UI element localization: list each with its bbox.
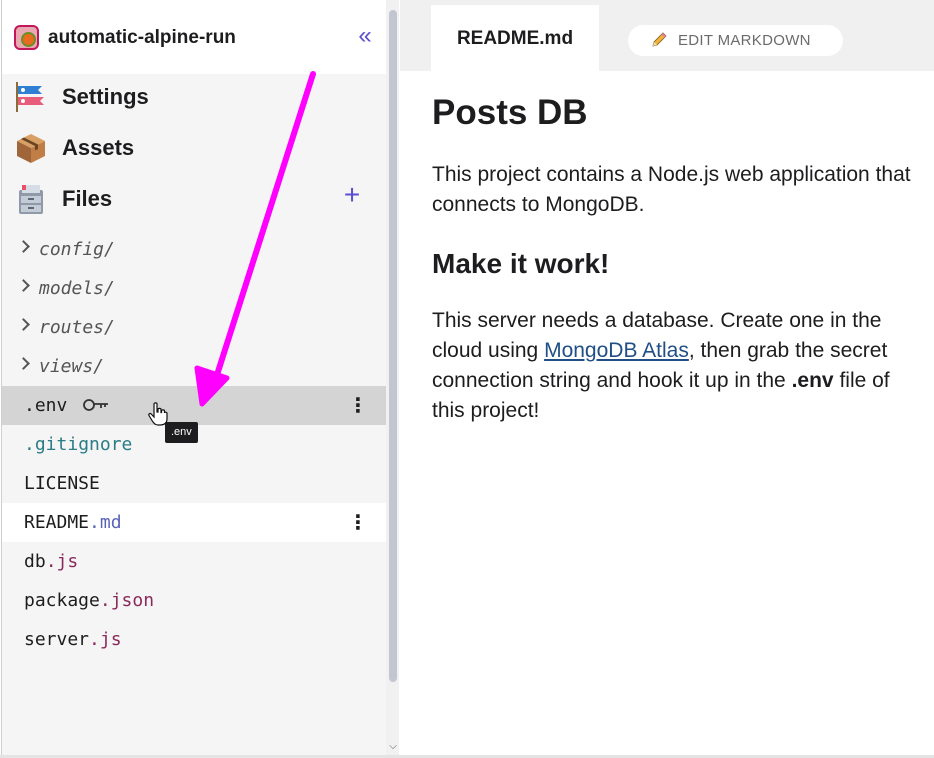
- readme-subtitle: Make it work!: [432, 248, 610, 279]
- edit-markdown-label: EDIT MARKDOWN: [678, 32, 811, 49]
- folder-item-config[interactable]: config/: [2, 230, 387, 269]
- settings-section[interactable]: Settings: [2, 72, 387, 122]
- file-item-db[interactable]: db.js: [2, 542, 387, 581]
- project-header: automatic-alpine-run «: [2, 0, 387, 74]
- file-item-readme[interactable]: README.md ⋮: [2, 503, 387, 542]
- file-cabinet-icon: [19, 185, 43, 214]
- file-tooltip: .env: [165, 422, 198, 443]
- file-base: package: [24, 590, 100, 611]
- project-avatar-icon: [14, 25, 39, 50]
- file-name: package.json: [24, 590, 154, 611]
- file-options-button[interactable]: ⋮: [348, 394, 368, 416]
- chevron-right-icon: [17, 279, 30, 292]
- folder-name: models/: [39, 278, 115, 299]
- hand-cursor-icon: [148, 402, 168, 426]
- file-name: README.md: [24, 512, 122, 533]
- scroll-down-arrow-icon[interactable]: ⌵: [387, 740, 399, 754]
- chevron-right-icon: [17, 357, 30, 370]
- folder-name: routes/: [39, 317, 115, 338]
- file-extension: .js: [89, 629, 122, 650]
- readme-title: Posts DB: [432, 93, 588, 132]
- file-extension: .json: [99, 590, 155, 611]
- file-item-server[interactable]: server.js: [2, 620, 387, 659]
- chevron-right-icon: [17, 318, 30, 331]
- folder-name: config/: [39, 239, 115, 260]
- main-pane: README.md EDIT MARKDOWN Posts DB This pr…: [400, 0, 934, 758]
- file-name: LICENSE: [24, 473, 100, 494]
- folder-item-views[interactable]: views/: [2, 347, 387, 386]
- chevron-right-icon: [17, 240, 30, 253]
- assets-section[interactable]: Assets: [2, 123, 387, 173]
- assets-label: Assets: [62, 135, 135, 160]
- file-item-package[interactable]: package.json: [2, 581, 387, 620]
- file-name: db.js: [24, 551, 78, 572]
- file-name: .env: [24, 395, 68, 416]
- settings-label: Settings: [62, 84, 149, 109]
- file-base: db: [24, 551, 46, 572]
- file-base: server: [24, 629, 90, 650]
- file-base: .: [24, 434, 35, 455]
- project-name[interactable]: automatic-alpine-run: [48, 27, 236, 49]
- file-name: .gitignore: [24, 434, 132, 455]
- package-icon: [17, 134, 45, 163]
- folder-item-models[interactable]: models/: [2, 269, 387, 308]
- file-base: README: [24, 512, 90, 533]
- readme-content: Posts DB This project contains a Node.js…: [432, 90, 912, 426]
- carp-streamer-icon: [16, 82, 44, 112]
- mongodb-atlas-link[interactable]: MongoDB Atlas: [544, 339, 689, 362]
- file-extension: gitignore: [34, 434, 133, 455]
- sidebar-scrollbar-thumb[interactable]: [389, 10, 397, 682]
- readme-body: This server needs a database. Create one…: [432, 306, 912, 426]
- readme-intro: This project contains a Node.js web appl…: [432, 163, 911, 216]
- edit-markdown-button[interactable]: EDIT MARKDOWN: [628, 25, 843, 56]
- add-file-button[interactable]: +: [338, 180, 366, 210]
- pencil-icon: [652, 32, 667, 47]
- env-bold-text: .env: [791, 369, 834, 392]
- files-section[interactable]: Files +: [2, 174, 387, 224]
- file-list: config/ models/ routes/ views/ .env ⋮ .g…: [2, 230, 387, 659]
- file-extension: .md: [89, 512, 122, 533]
- collapse-sidebar-button[interactable]: «: [346, 22, 378, 52]
- file-item-env[interactable]: .env ⋮: [2, 386, 387, 425]
- file-options-button[interactable]: ⋮: [348, 511, 368, 533]
- tab-bar: README.md EDIT MARKDOWN: [400, 0, 934, 71]
- files-label: Files: [62, 186, 113, 211]
- tab-readme[interactable]: README.md: [431, 5, 599, 71]
- folder-name: views/: [39, 356, 105, 377]
- file-name: server.js: [24, 629, 122, 650]
- folder-item-routes[interactable]: routes/: [2, 308, 387, 347]
- file-item-license[interactable]: LICENSE: [2, 464, 387, 503]
- file-extension: .js: [45, 551, 79, 572]
- key-icon: [83, 399, 108, 411]
- sidebar: automatic-alpine-run « Settings Assets F…: [1, 0, 387, 758]
